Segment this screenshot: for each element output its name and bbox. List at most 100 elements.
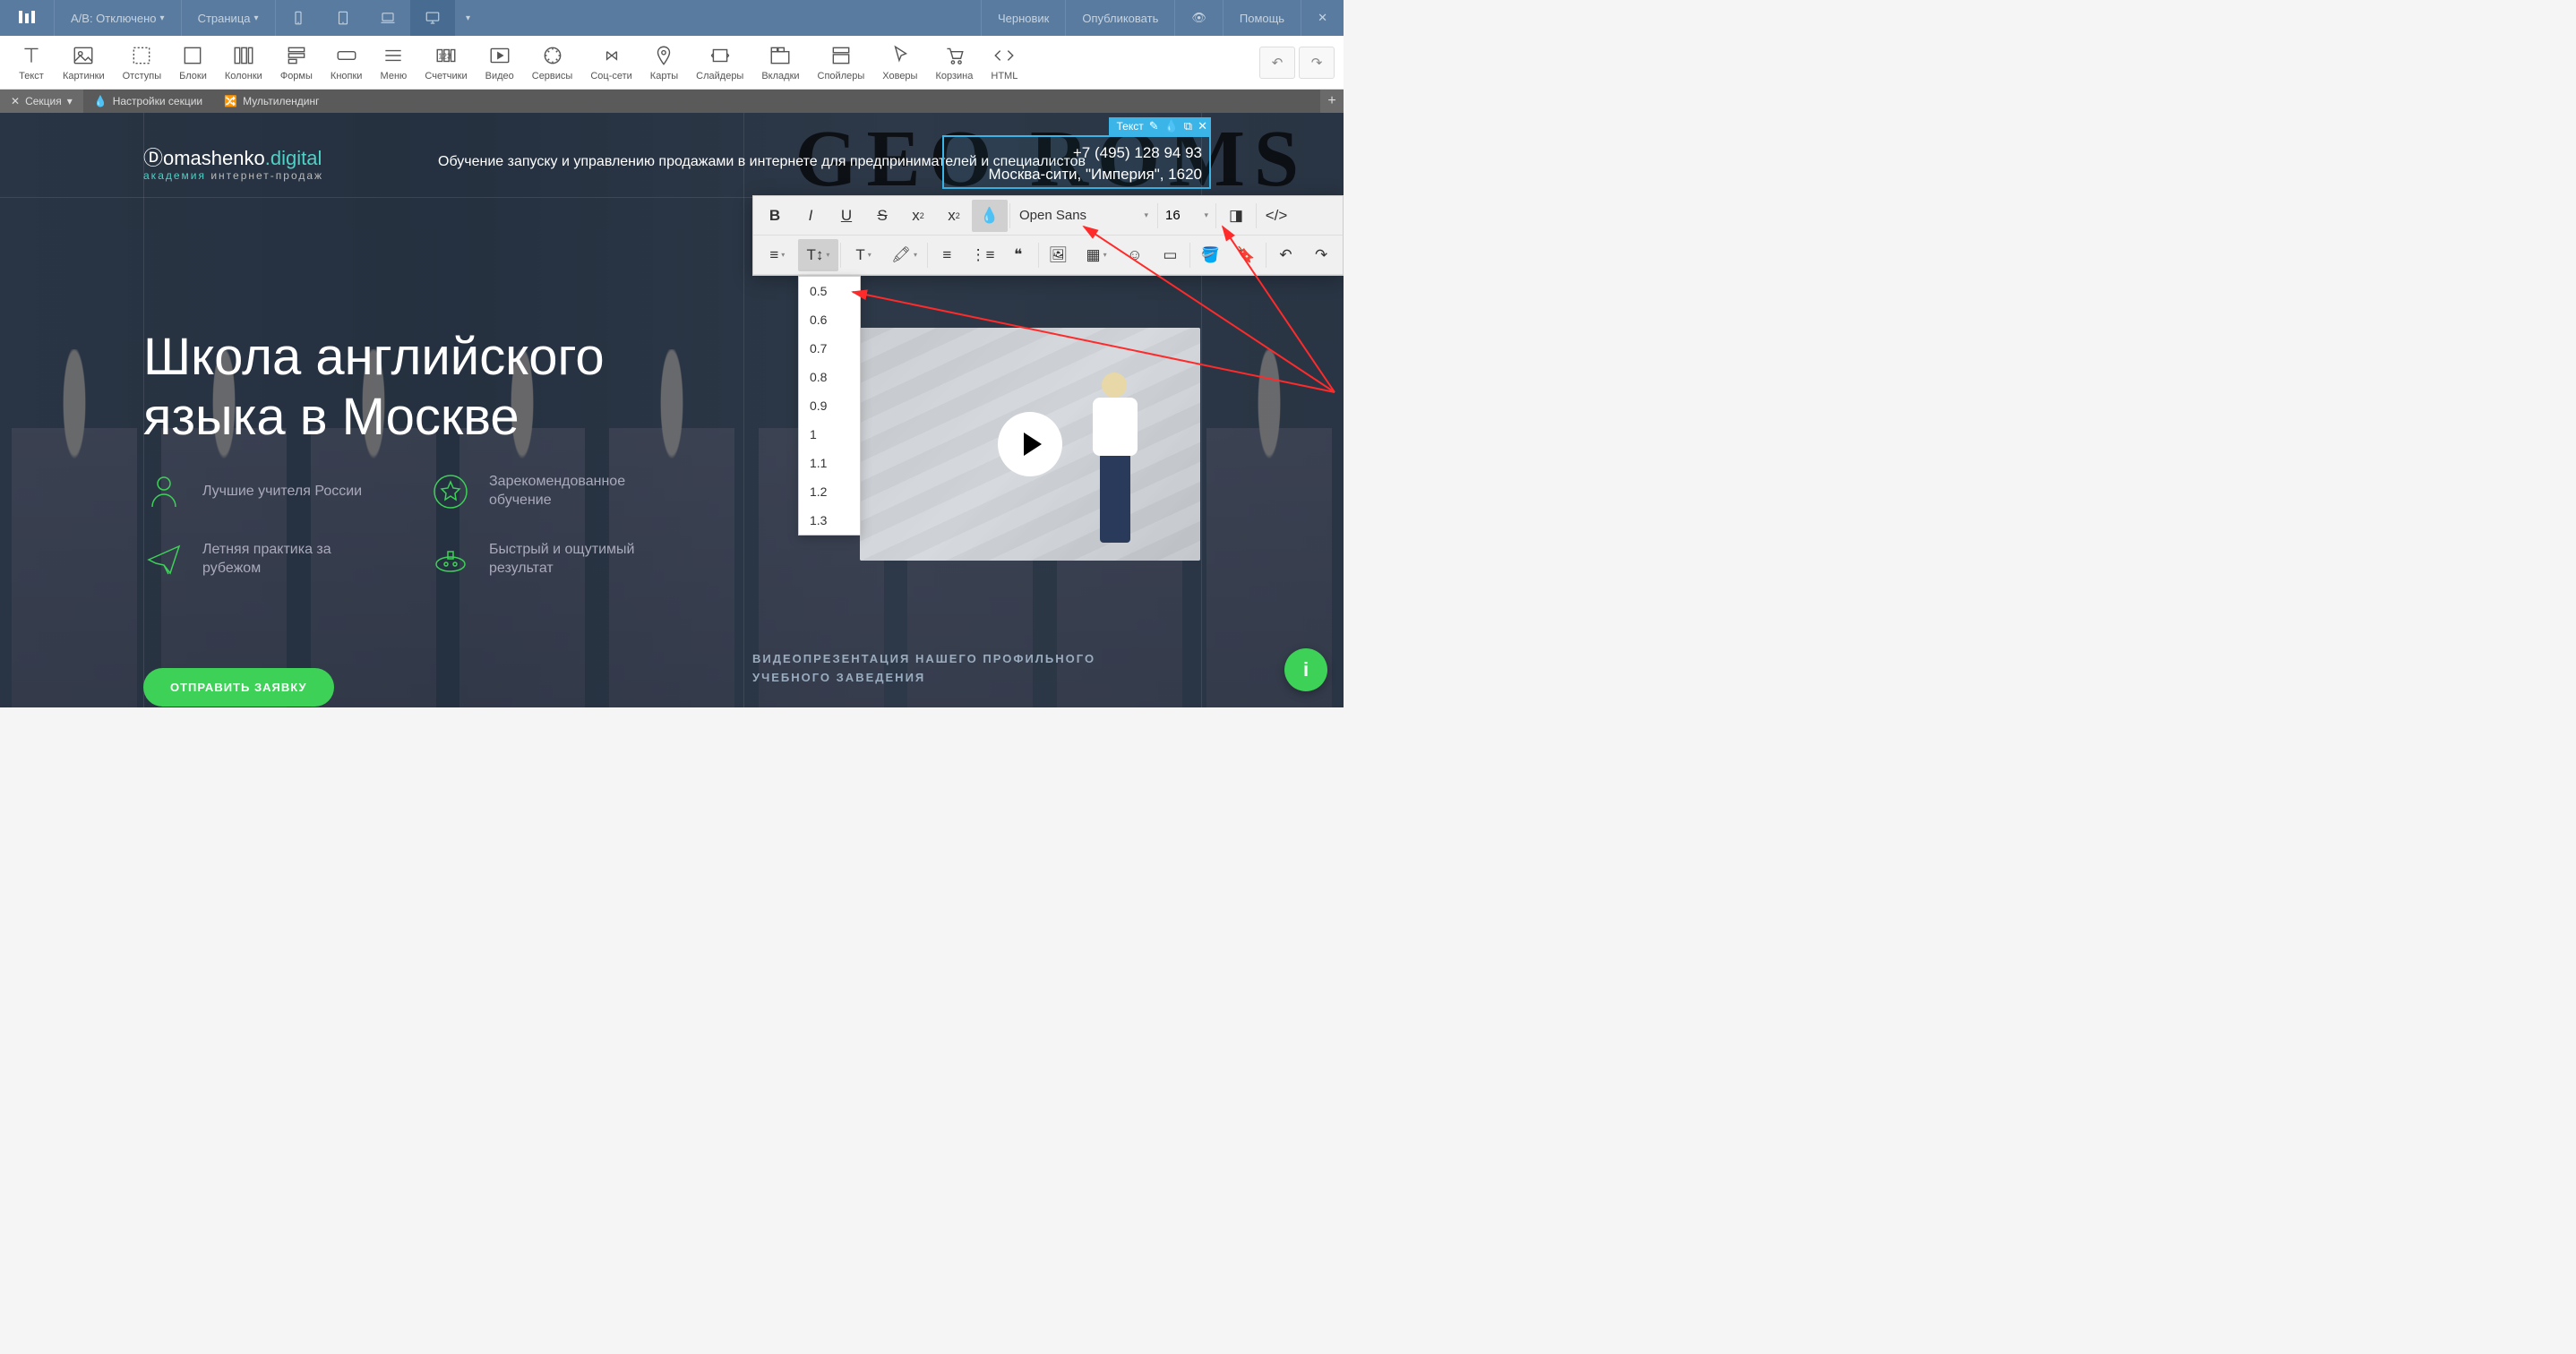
tool-html[interactable]: HTML — [982, 40, 1026, 85]
feature-grid: Лучшие учителя России Зарекомендованное … — [143, 471, 708, 580]
underline-button[interactable]: U — [829, 200, 864, 232]
tool-images[interactable]: Картинки — [54, 40, 114, 85]
play-button[interactable] — [998, 412, 1062, 476]
publish-button[interactable]: Опубликовать — [1065, 0, 1174, 36]
redo-button[interactable]: ↷ — [1299, 47, 1335, 79]
help-dropdown[interactable]: Помощь — [1223, 0, 1301, 36]
eraser-button[interactable]: ◨ — [1218, 200, 1254, 232]
rte-undo-button[interactable]: ↶ — [1268, 239, 1304, 271]
feature-item[interactable]: Лучшие учителя России — [143, 471, 421, 512]
tool-forms[interactable]: Формы — [271, 40, 322, 85]
tool-buttons[interactable]: Кнопки — [322, 40, 372, 85]
quote-button[interactable]: ❝ — [1000, 239, 1036, 271]
section-tab-bar: ✕ Секция ▾ 💧Настройки секции 🔀Мультиленд… — [0, 90, 1344, 113]
device-laptop-button[interactable] — [365, 0, 410, 36]
video-thumbnail[interactable] — [860, 328, 1200, 561]
align-button[interactable]: ≡ — [757, 239, 798, 271]
tool-counters[interactable]: 123Счетчики — [416, 40, 476, 85]
tool-social[interactable]: Соц-сети — [581, 40, 640, 85]
tool-sliders[interactable]: Слайдеры — [687, 40, 752, 85]
tool-tabs[interactable]: Вкладки — [752, 40, 808, 85]
info-fab[interactable]: i — [1284, 648, 1327, 691]
section-tab-multilanding[interactable]: 🔀Мультилендинг — [213, 90, 330, 113]
hero-heading[interactable]: Школа английскогоязыка в Москве — [143, 328, 605, 447]
italic-button[interactable]: I — [793, 200, 829, 232]
table-icon: ▦ — [1086, 246, 1101, 264]
tool-menu[interactable]: Меню — [371, 40, 416, 85]
tool-services[interactable]: Сервисы — [523, 40, 582, 85]
emoji-button[interactable]: ☺ — [1117, 239, 1153, 271]
table-button[interactable]: ▦ — [1076, 239, 1117, 271]
heading-button[interactable]: T — [843, 239, 884, 271]
add-section-button[interactable]: + — [1320, 90, 1344, 113]
section-tab-close[interactable]: ✕ Секция ▾ — [0, 90, 83, 113]
app-logo[interactable] — [0, 0, 54, 36]
editor-canvas[interactable]: GEO ROMS Ⓓomashenko.digital академия инт… — [0, 113, 1344, 707]
copy-icon[interactable]: ⧉ — [1184, 119, 1192, 133]
font-size-select[interactable]: 16 — [1160, 208, 1214, 223]
feature-item[interactable]: Зарекомендованное обучение — [430, 471, 708, 512]
undo-button[interactable]: ↶ — [1259, 47, 1295, 79]
edit-icon[interactable]: ✎ — [1149, 119, 1159, 133]
preview-button[interactable]: 👁 — [1174, 0, 1223, 36]
device-tablet-button[interactable] — [321, 0, 365, 36]
rte-redo-button[interactable]: ↷ — [1303, 239, 1339, 271]
section-tab-settings[interactable]: 💧Настройки секции — [83, 90, 213, 113]
lh-option[interactable]: 1.1 — [799, 449, 860, 477]
style-icon[interactable]: 💧 — [1164, 119, 1179, 133]
cta-button[interactable]: ОТПРАВИТЬ ЗАЯВКУ — [143, 668, 334, 707]
page-dropdown[interactable]: Страница — [181, 0, 275, 36]
video-caption[interactable]: ВИДЕОПРЕЗЕНТАЦИЯ НАШЕГО ПРОФИЛЬНОГО УЧЕБ… — [752, 650, 1095, 688]
selection-header: Текст ✎ 💧 ⧉ ✕ — [1109, 117, 1211, 135]
tool-columns[interactable]: Колонки — [216, 40, 271, 85]
lh-option[interactable]: 0.5 — [799, 277, 860, 305]
delete-icon[interactable]: ✕ — [1198, 119, 1207, 133]
lh-option[interactable]: 1.3 — [799, 506, 860, 535]
quote-icon: ❝ — [1014, 246, 1022, 264]
close-button[interactable]: ✕ — [1301, 0, 1344, 36]
lh-option[interactable]: 0.8 — [799, 363, 860, 391]
font-family-select[interactable]: Open Sans — [1012, 208, 1155, 223]
plane-icon — [143, 539, 185, 580]
bold-button[interactable]: B — [757, 200, 793, 232]
tool-padding[interactable]: Отступы — [114, 40, 171, 85]
code-button[interactable]: </> — [1258, 200, 1294, 232]
subscript-button[interactable]: x2 — [900, 200, 936, 232]
list-ol-icon: ≡ — [942, 246, 951, 264]
device-desktop-button[interactable] — [410, 0, 455, 36]
list-bullet-button[interactable]: ⋮≡ — [965, 239, 1000, 271]
undo-icon: ↶ — [1272, 55, 1284, 71]
device-mobile-button[interactable] — [276, 0, 321, 36]
tool-cart[interactable]: Корзина — [926, 40, 982, 85]
component-toolbar: Текст Картинки Отступы Блоки Колонки Фор… — [0, 36, 1344, 90]
highlight-icon: 🖍 — [891, 246, 911, 264]
tool-text[interactable]: Текст — [9, 40, 54, 85]
strike-button[interactable]: S — [864, 200, 900, 232]
tool-spoilers[interactable]: Спойлеры — [809, 40, 874, 85]
tool-blocks[interactable]: Блоки — [170, 40, 216, 85]
lh-option[interactable]: 0.7 — [799, 334, 860, 363]
lh-option[interactable]: 0.9 — [799, 391, 860, 420]
tool-maps[interactable]: Карты — [641, 40, 687, 85]
selected-text-block[interactable]: Текст ✎ 💧 ⧉ ✕ +7 (495) 128 94 93 Москва-… — [942, 135, 1211, 189]
image-button[interactable]: 🖼 — [1041, 239, 1077, 271]
ab-test-dropdown[interactable]: A/B: Отключено — [54, 0, 181, 36]
list-numbered-button[interactable]: ≡ — [930, 239, 966, 271]
device-dropdown[interactable]: ▾ — [455, 0, 482, 36]
fill-button[interactable]: 🪣 — [1192, 239, 1228, 271]
feature-item[interactable]: Быстрый и ощутимый результат — [430, 539, 708, 580]
line-height-button[interactable]: T↕ — [798, 239, 839, 271]
brand-logo[interactable]: Ⓓomashenko.digital академия интернет-про… — [143, 142, 323, 182]
highlight-button[interactable]: 🖍 — [884, 239, 925, 271]
lh-option[interactable]: 0.6 — [799, 305, 860, 334]
redo-icon: ↷ — [1311, 55, 1323, 71]
feature-item[interactable]: Летняя практика за рубежом — [143, 539, 421, 580]
bookmark-button[interactable]: 🔖 — [1228, 239, 1264, 271]
lh-option[interactable]: 1 — [799, 420, 860, 449]
tool-video[interactable]: Видео — [477, 40, 523, 85]
symbol-button[interactable]: ▭ — [1153, 239, 1189, 271]
tool-hovers[interactable]: Ховеры — [873, 40, 926, 85]
lh-option[interactable]: 1.2 — [799, 477, 860, 506]
superscript-button[interactable]: x2 — [936, 200, 972, 232]
text-color-button[interactable]: 💧 — [972, 200, 1008, 232]
